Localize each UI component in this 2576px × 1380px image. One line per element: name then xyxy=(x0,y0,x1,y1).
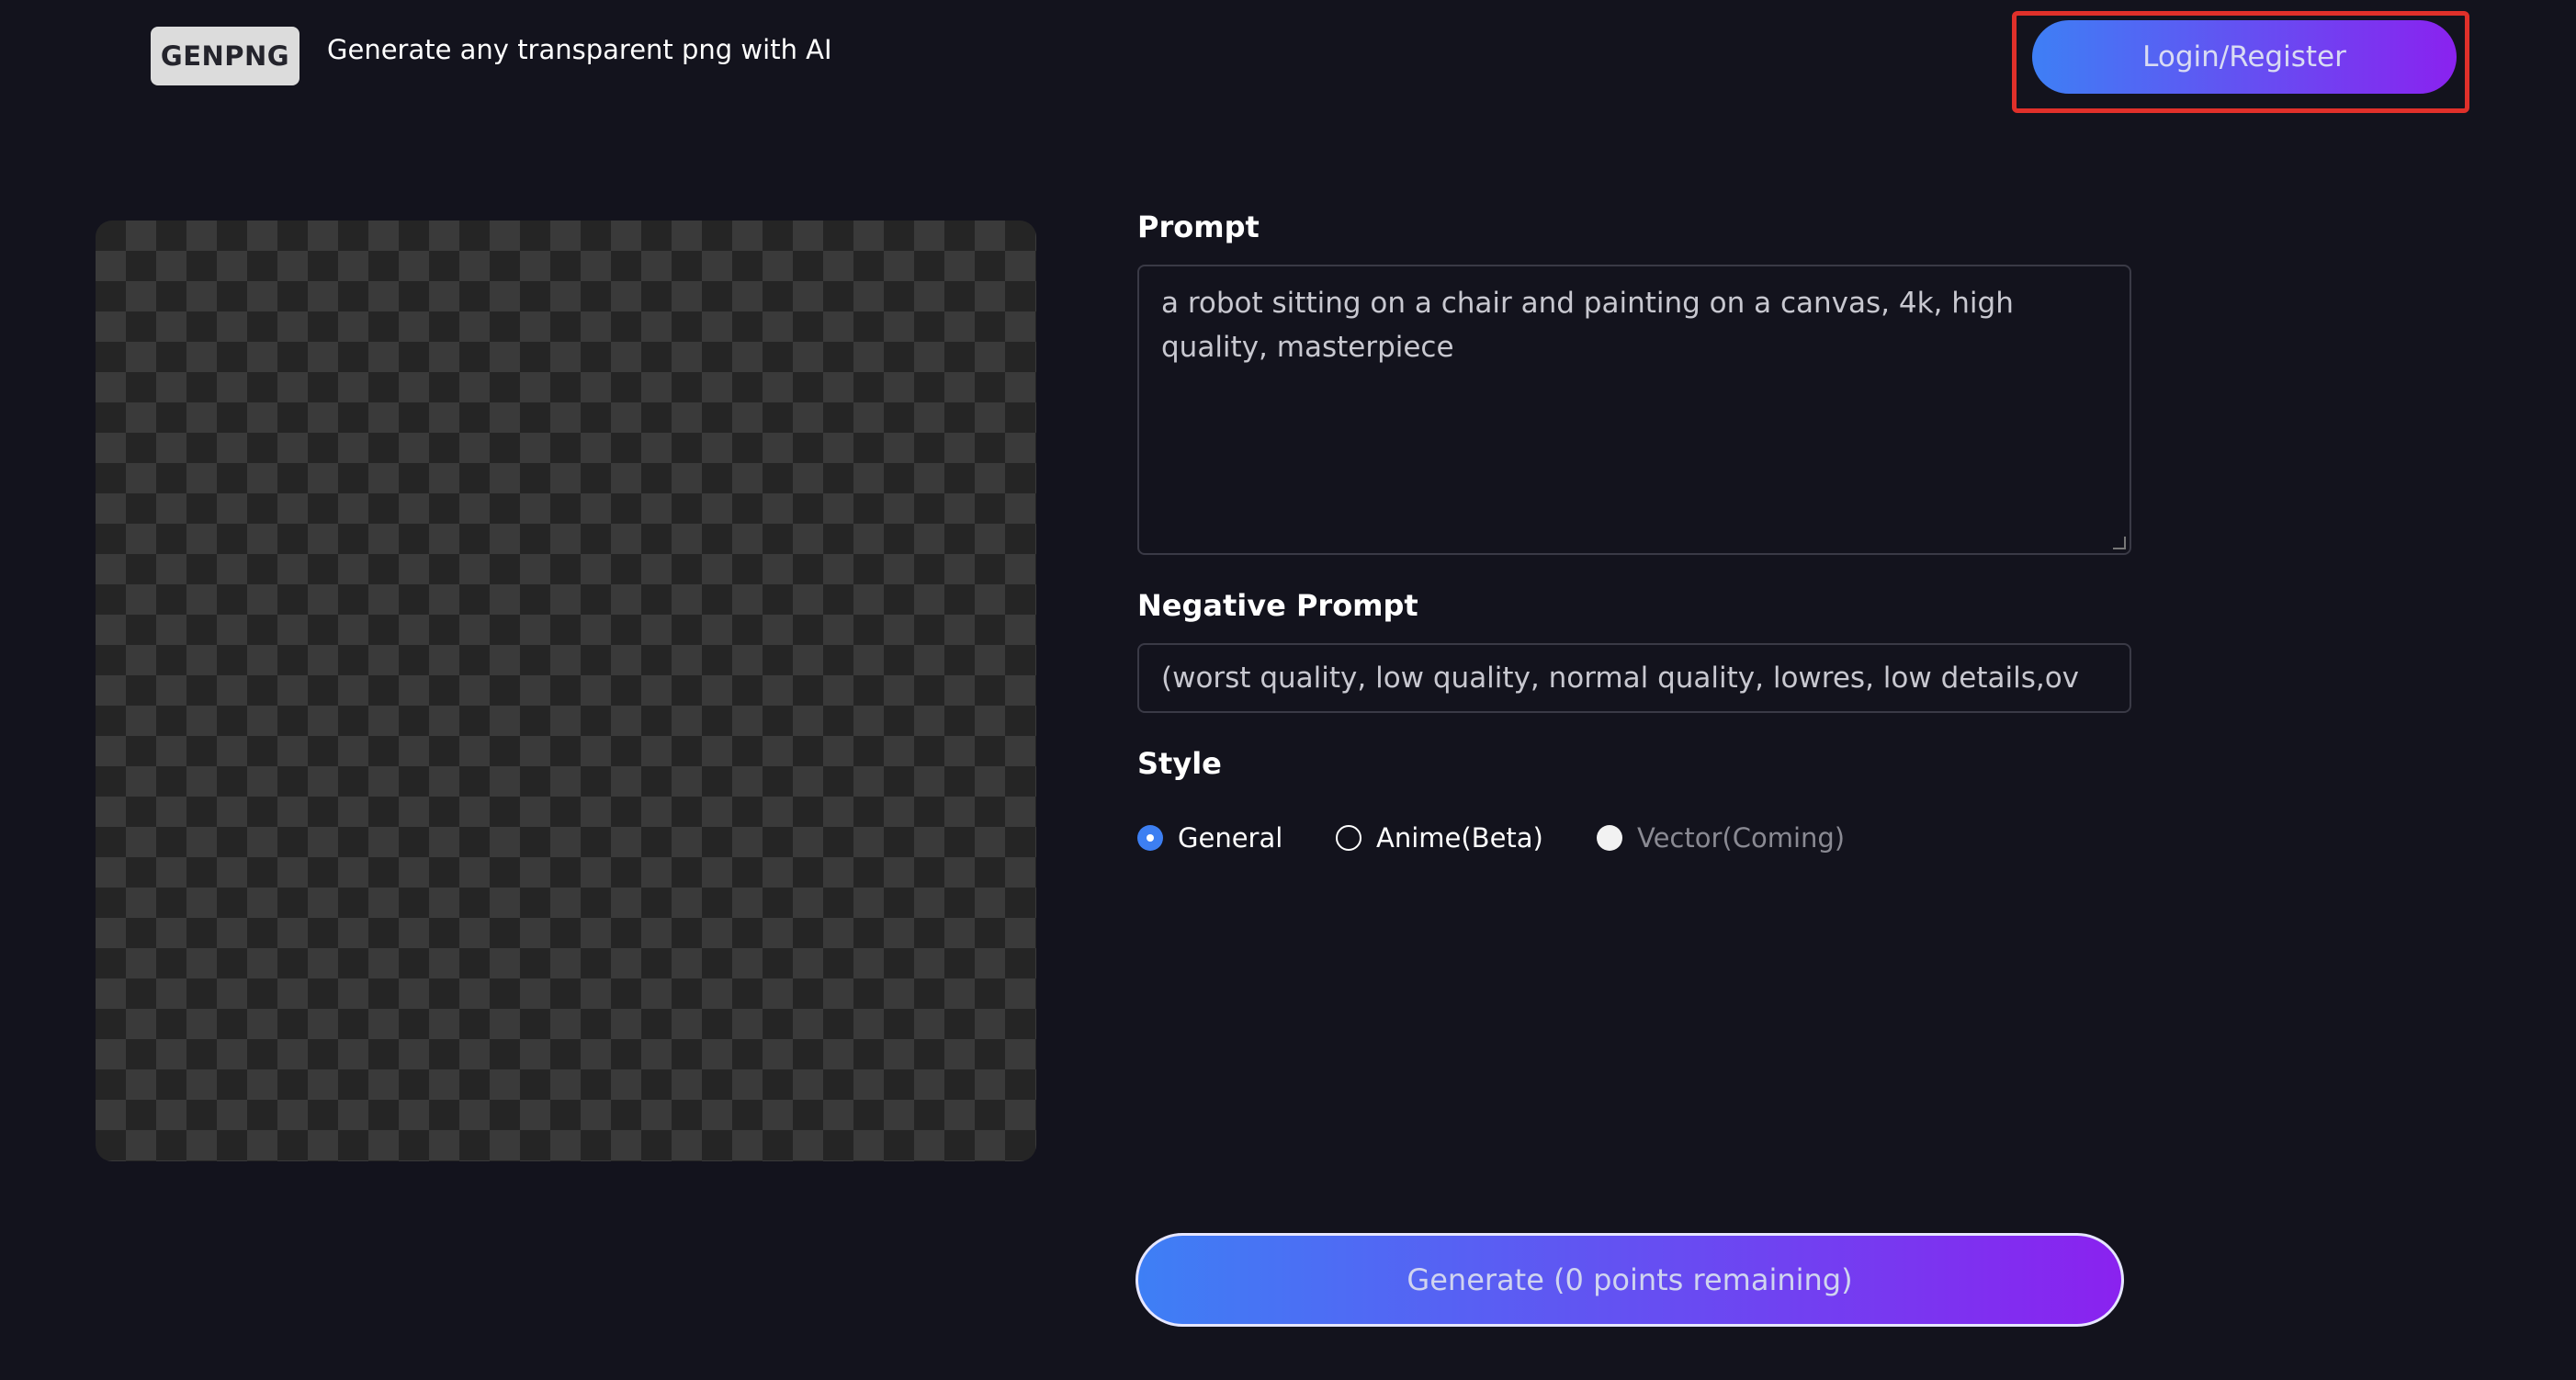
prompt-textarea[interactable]: a robot sitting on a chair and painting … xyxy=(1137,265,2131,555)
negative-prompt-text: (worst quality, low quality, normal qual… xyxy=(1161,662,2080,695)
negative-prompt-label: Negative Prompt xyxy=(1137,588,1418,623)
resize-handle-icon[interactable] xyxy=(2113,537,2126,549)
radio-unchecked-icon xyxy=(1336,825,1361,851)
radio-checked-icon xyxy=(1137,825,1163,851)
radio-disabled-icon xyxy=(1597,825,1622,851)
page: GENPNG Generate any transparent png with… xyxy=(0,0,2576,1380)
logo[interactable]: GENPNG xyxy=(151,27,299,85)
login-register-button[interactable]: Login/Register xyxy=(2032,20,2457,94)
negative-prompt-input[interactable]: (worst quality, low quality, normal qual… xyxy=(1137,643,2131,713)
style-option-anime[interactable]: Anime(Beta) xyxy=(1336,816,1543,860)
generate-button[interactable]: Generate (0 points remaining) xyxy=(1135,1233,2124,1327)
prompt-text: a robot sitting on a chair and painting … xyxy=(1161,287,2014,364)
tagline: Generate any transparent png with AI xyxy=(327,34,832,65)
prompt-label: Prompt xyxy=(1137,209,1260,244)
style-option-general[interactable]: General xyxy=(1137,816,1282,860)
style-label: Style xyxy=(1137,746,1222,781)
image-preview-canvas xyxy=(96,221,1036,1161)
style-option-label: Anime(Beta) xyxy=(1376,822,1543,854)
style-option-label: General xyxy=(1178,822,1283,854)
style-option-vector: Vector(Coming) xyxy=(1597,816,1845,860)
style-option-label: Vector(Coming) xyxy=(1637,822,1846,854)
